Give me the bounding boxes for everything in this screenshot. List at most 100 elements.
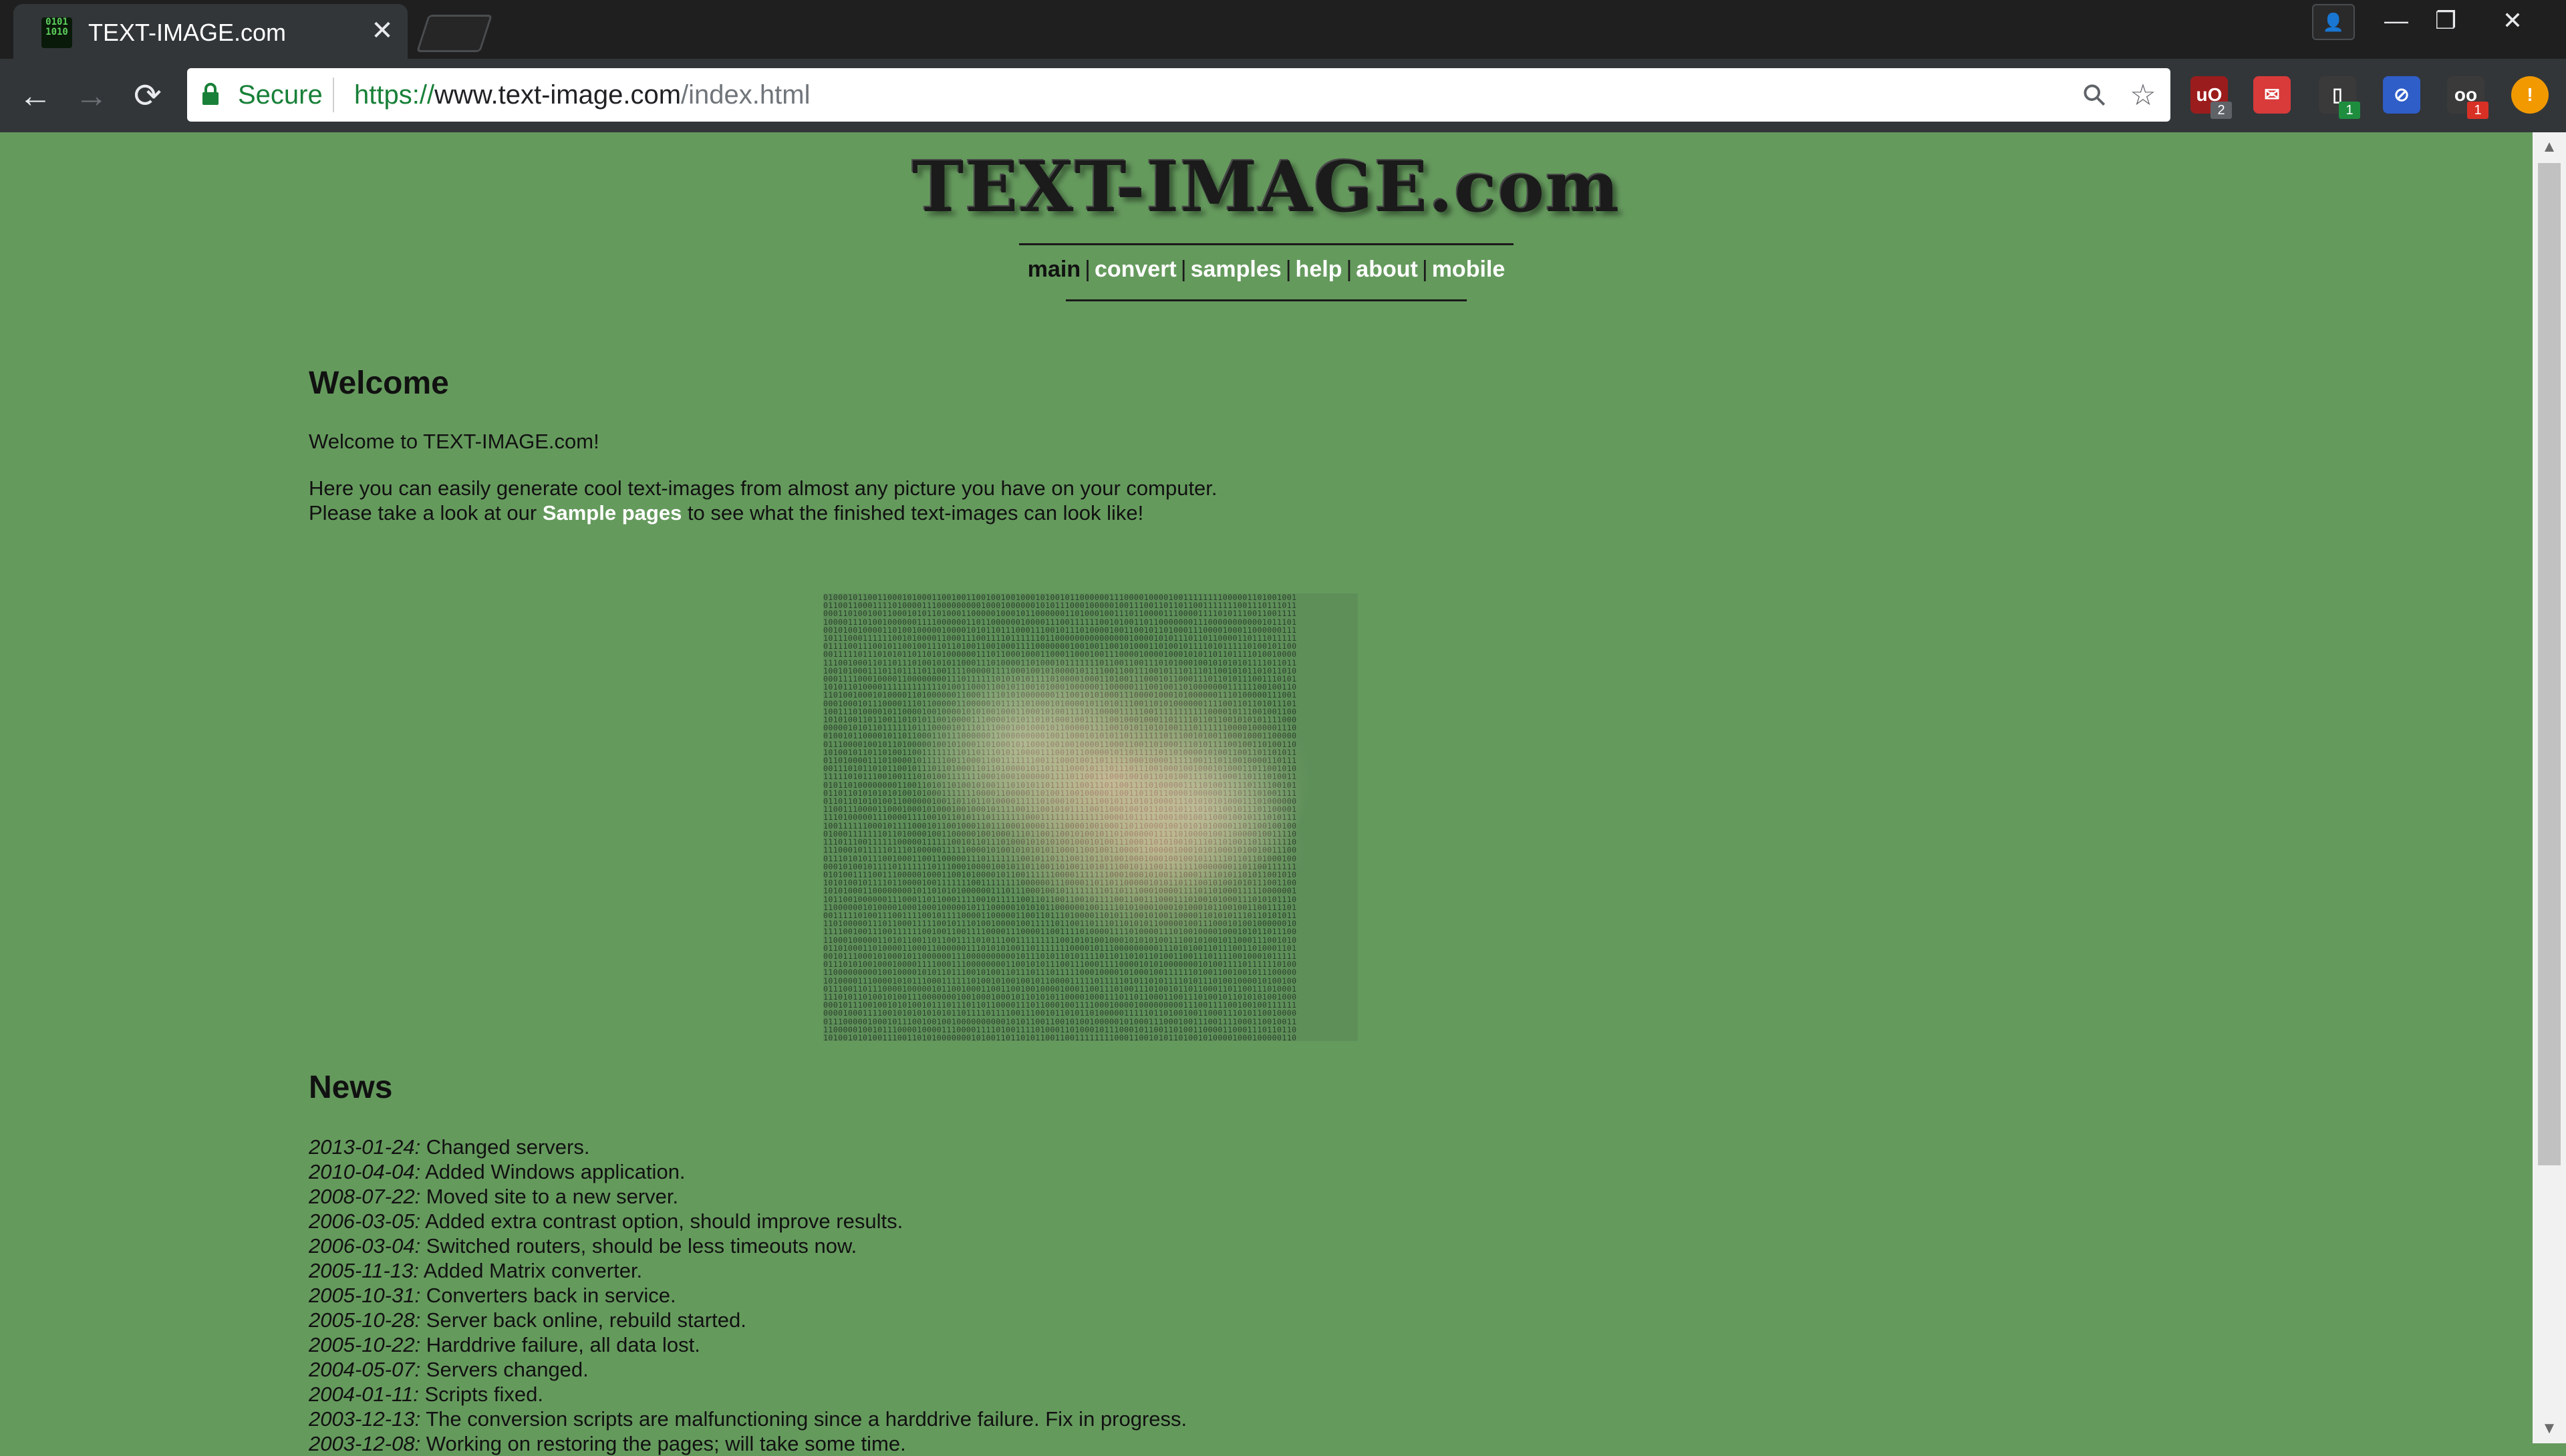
news-item: 2003-12-13: The conversion scripts are m… <box>309 1407 1187 1431</box>
tab-close-icon[interactable]: ✕ <box>368 16 397 45</box>
site-logo[interactable]: TEXT-IMAGE.com <box>0 146 2533 228</box>
tab-title: TEXT-IMAGE.com <box>88 19 287 46</box>
pocket-icon[interactable]: ✉ <box>2253 76 2291 114</box>
scroll-up-arrow-icon[interactable]: ▲ <box>2533 132 2566 162</box>
url-text[interactable]: https://www.text-image.com/index.html <box>354 80 810 110</box>
reader-icon[interactable]: oo 1 <box>2447 76 2488 119</box>
site-favicon-icon: 0101 1010 <box>41 17 72 48</box>
text-image-sample: 0100010110011000101000110010011001001001… <box>823 593 1358 1041</box>
reload-button[interactable]: ⟳ <box>124 72 171 119</box>
extension-icon[interactable]: ▯ 1 <box>2319 76 2360 119</box>
news-text: The conversion scripts are malfunctionin… <box>420 1407 1187 1431</box>
web-page: TEXT-IMAGE.com main | convert | samples | help… <box>0 132 2533 1455</box>
news-text: Added extra contrast option, should impr… <box>420 1209 903 1233</box>
alert-icon[interactable]: ! <box>2511 76 2549 114</box>
news-date: 2006-03-04: <box>309 1234 421 1258</box>
url-path: /index.html <box>681 80 811 110</box>
browser-tab[interactable]: 0101 1010 TEXT-IMAGE.com ✕ <box>13 4 408 59</box>
text-image-tint <box>823 593 1358 1041</box>
news-item: 2003-12-08: Working on restoring the pag… <box>309 1431 1187 1456</box>
news-item: 2004-01-11: Scripts fixed. <box>309 1382 1187 1407</box>
secure-label: Secure <box>238 80 323 110</box>
nav-link-help[interactable]: help <box>1296 257 1342 282</box>
news-date: 2006-03-05: <box>309 1209 421 1233</box>
nav-link-about[interactable]: about <box>1356 257 1418 282</box>
minimize-button[interactable]: — <box>2376 4 2416 37</box>
news-date: 2010-04-04: <box>309 1160 421 1183</box>
news-item: 2005-11-13: Added Matrix converter. <box>309 1258 1187 1283</box>
welcome-heading: Welcome <box>309 366 449 401</box>
forward-button[interactable]: → <box>68 72 115 119</box>
news-date: 2013-01-24: <box>309 1135 421 1159</box>
nav-link-mobile[interactable]: mobile <box>1432 257 1506 282</box>
news-text: Added Windows application. <box>420 1160 686 1183</box>
nav-separator: | <box>1421 257 1428 282</box>
news-item: 2006-03-05: Added extra contrast option,… <box>309 1209 1187 1233</box>
news-text: Converters back in service. <box>420 1284 676 1307</box>
alert-glyph: ! <box>2527 84 2533 105</box>
welcome-description: Here you can easily generate cool text-i… <box>309 476 1218 525</box>
scrollbar-thumb[interactable] <box>2538 163 2561 1165</box>
nav-link-samples[interactable]: samples <box>1191 257 1282 282</box>
pocket-glyph: ✉ <box>2264 84 2280 105</box>
lock-icon <box>202 83 219 105</box>
nav-separator: | <box>1346 257 1352 282</box>
page-scrollbar[interactable]: ▲ ▼ <box>2533 132 2566 1443</box>
news-item: 2005-10-31: Converters back in service. <box>309 1283 1187 1308</box>
omnibox-divider <box>333 78 334 112</box>
block-icon[interactable]: ⊘ <box>2383 76 2420 114</box>
news-text: Changed servers. <box>420 1135 590 1159</box>
welcome-line-2-start: Please take a look at our <box>309 501 543 525</box>
sample-pages-link[interactable]: Sample pages <box>543 501 682 525</box>
extension-badge: 1 <box>2339 102 2360 119</box>
news-text: Working on restoring the pages; will tak… <box>420 1432 906 1455</box>
news-date: 2003-12-13: <box>309 1407 421 1431</box>
news-item: 2005-10-28: Server back online, rebuild … <box>309 1308 1187 1332</box>
nav-separator: | <box>1180 257 1187 282</box>
news-date: 2005-10-31: <box>309 1284 421 1307</box>
nav-link-main[interactable]: main <box>1028 257 1081 282</box>
window-close-button[interactable]: ✕ <box>2492 4 2533 37</box>
news-item: 2010-04-04: Added Windows application. <box>309 1159 1187 1184</box>
extension-badge: 2 <box>2211 102 2232 119</box>
news-item: 2013-01-24: Changed servers. <box>309 1135 1187 1159</box>
welcome-line-1: Here you can easily generate cool text-i… <box>309 476 1218 500</box>
bookmark-star-icon[interactable]: ☆ <box>2126 79 2160 112</box>
nav-separator: | <box>1285 257 1292 282</box>
restore-button[interactable]: ❐ <box>2426 4 2466 37</box>
url-scheme: https:// <box>354 80 435 110</box>
news-text: Harddrive failure, all data lost. <box>420 1333 700 1356</box>
news-date: 2005-10-28: <box>309 1308 421 1332</box>
profile-icon[interactable]: 👤 <box>2312 4 2355 40</box>
news-text: Servers changed. <box>420 1358 589 1381</box>
news-heading: News <box>309 1070 393 1105</box>
news-date: 2003-12-08: <box>309 1432 421 1455</box>
scroll-down-arrow-icon[interactable]: ▼ <box>2533 1414 2566 1443</box>
new-tab-button[interactable] <box>416 15 493 52</box>
address-bar[interactable]: Secure https://www.text-image.com/index.… <box>187 68 2170 122</box>
nav-separator: | <box>1085 257 1091 282</box>
news-item: 2005-10-22: Harddrive failure, all data … <box>309 1332 1187 1357</box>
news-list: 2013-01-24: Changed servers. 2010-04-04: … <box>309 1135 1187 1456</box>
zoom-icon[interactable]: ⚲ <box>2072 72 2119 120</box>
news-text: Moved site to a new server. <box>420 1185 679 1208</box>
back-button[interactable]: ← <box>12 72 59 119</box>
news-text: Scripts fixed. <box>418 1382 543 1406</box>
news-date: 2004-01-11: <box>309 1382 419 1406</box>
nav-link-convert[interactable]: convert <box>1095 257 1177 282</box>
news-text: Added Matrix converter. <box>418 1259 643 1282</box>
extension-badge: 1 <box>2467 102 2488 119</box>
nav-bottom-divider <box>1066 299 1467 301</box>
news-date: 2005-10-22: <box>309 1333 421 1356</box>
welcome-line-2-end: to see what the finished text-images can… <box>682 501 1144 525</box>
news-date: 2008-07-22: <box>309 1185 421 1208</box>
news-item: 2004-05-07: Servers changed. <box>309 1357 1187 1382</box>
nav-top-divider <box>1019 243 1514 245</box>
tab-strip: 0101 1010 TEXT-IMAGE.com ✕ 👤 — ❐ ✕ <box>0 0 2566 59</box>
browser-toolbar: ← → ⟳ Secure https://www.text-image.com/… <box>0 59 2566 132</box>
news-item: 2006-03-04: Switched routers, should be … <box>309 1233 1187 1258</box>
site-navigation: main | convert | samples | help | about | mobile <box>0 257 2533 283</box>
ublock-icon[interactable]: uO 2 <box>2190 76 2232 119</box>
news-text: Switched routers, should be less timeout… <box>420 1234 857 1258</box>
news-date: 2004-05-07: <box>309 1358 421 1381</box>
